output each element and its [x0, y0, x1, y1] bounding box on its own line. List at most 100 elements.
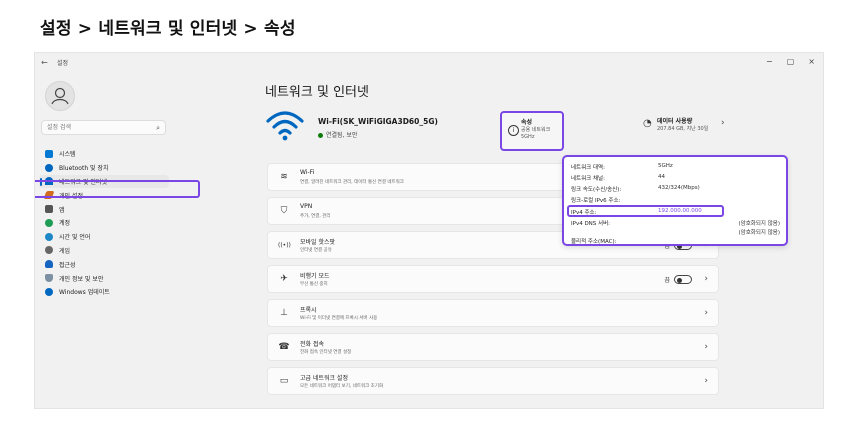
properties-network-type: 공용 네트워크 — [521, 127, 551, 133]
globe-icon — [45, 232, 53, 241]
row-title: 고급 네트워크 설정 — [300, 375, 348, 382]
sidebar-item-label: 접근성 — [59, 261, 76, 269]
properties-band: 5GHz — [521, 134, 535, 140]
maximize-button[interactable]: ▢ — [787, 57, 795, 66]
mac-label: 물리적 주소(MAC): — [571, 239, 617, 245]
wifi-large-icon — [266, 111, 304, 141]
sidebar-item-apps[interactable]: 앱 — [39, 202, 169, 216]
hotspot-icon: ((•)) — [278, 242, 291, 249]
search-input[interactable]: 설정 검색 ⌕ — [41, 120, 166, 135]
account-icon — [45, 218, 53, 227]
sidebar-item-label: Bluetooth 및 장치 — [59, 165, 109, 173]
page-title: 네트워크 및 인터넷 — [265, 85, 369, 100]
airplane-toggle[interactable] — [674, 275, 692, 284]
proxy-icon: ⊥ — [280, 308, 288, 318]
chevron-right-icon: › — [721, 118, 725, 128]
sidebar-item-accounts[interactable]: 계정 — [39, 216, 169, 230]
sidebar-item-label: 시스템 — [59, 151, 76, 159]
ipv4-label: IPv4 주소: — [571, 210, 597, 216]
band-label: 네트워크 대역: — [571, 165, 605, 171]
close-button[interactable]: × — [808, 57, 815, 66]
chevron-right-icon: › — [704, 342, 708, 352]
sidebar-item-label: 앱 — [59, 206, 65, 214]
row-dial-up[interactable]: ☎ 전화 접속 전화 접속 인터넷 연결 설정 › — [267, 333, 719, 361]
band-value: 5GHz — [658, 163, 673, 169]
airplane-icon: ✈ — [280, 274, 288, 284]
link-speed-value: 432/324(Mbps) — [658, 185, 700, 191]
channel-value: 44 — [658, 174, 665, 180]
row-subtitle: 인터넷 연결 공유 — [300, 248, 332, 253]
sidebar-item-privacy[interactable]: 개인 정보 및 보안 — [39, 271, 169, 285]
info-icon: i — [508, 125, 519, 136]
properties-button[interactable]: i 속성 공용 네트워크 5GHz — [500, 111, 564, 151]
page-heading: 설정 > 네트워크 및 인터넷 > 속성 — [40, 19, 296, 39]
dns-label: IPv4 DNS 서버: — [571, 221, 611, 227]
row-proxy[interactable]: ⊥ 프록시 Wi-Fi 및 이더넷 연결에 프록시 서버 사용 › — [267, 299, 719, 327]
connection-status: 연결됨, 보안 — [318, 130, 357, 139]
accessibility-icon — [45, 260, 53, 269]
dns-value-2: (암호화되지 않음) — [738, 230, 780, 236]
data-usage-detail: 207.84 GB, 지난 30일 — [657, 126, 709, 132]
connection-status-text: 연결됨, 보안 — [326, 132, 358, 139]
network-ssid: Wi-Fi(SK_WiFiGIGA3D60_5G) — [318, 117, 438, 126]
dialup-icon: ☎ — [278, 342, 290, 352]
vpn-shield-icon: ⛉ — [280, 206, 288, 216]
system-icon — [45, 149, 53, 158]
sidebar-item-accessibility[interactable]: 접근성 — [39, 257, 169, 271]
data-usage-icon: ◔ — [643, 118, 652, 129]
ipv4-value: 192.000.00.000 — [658, 208, 702, 214]
ipv6-label: 링크-로컬 IPv6 주소: — [571, 198, 621, 204]
sidebar-item-label: 계정 — [59, 220, 71, 228]
title-bar: ← 설정 − ▢ × — [35, 53, 823, 75]
properties-title: 속성 — [521, 119, 533, 126]
sidebar-item-gaming[interactable]: 게임 — [39, 244, 169, 258]
row-title: Wi-Fi — [300, 169, 315, 176]
row-title: 모바일 핫스팟 — [300, 239, 336, 246]
sidebar-item-label: 개인 정보 및 보안 — [59, 275, 104, 283]
highlight-network-item — [35, 180, 200, 198]
data-usage-title: 데이터 사용량 — [657, 118, 693, 125]
sidebar-item-label: 게임 — [59, 247, 71, 255]
row-subtitle: Wi-Fi 및 이더넷 연결에 프록시 서버 사용 — [300, 316, 378, 321]
settings-window: ← 설정 − ▢ × 설정 검색 ⌕ 시스템 Bluetooth 및 장치 네트… — [34, 52, 824, 409]
chevron-right-icon: › — [704, 274, 708, 284]
sidebar-item-system[interactable]: 시스템 — [39, 147, 169, 161]
sidebar-nav: 시스템 Bluetooth 및 장치 네트워크 및 인터넷 개인 설정 앱 계정… — [39, 147, 169, 299]
apps-icon — [45, 205, 53, 214]
gamepad-icon — [45, 246, 53, 255]
search-placeholder: 설정 검색 — [47, 124, 71, 131]
link-speed-label: 링크 속도(수신/송신): — [571, 187, 622, 193]
row-subtitle: 연결, 알려진 네트워크 관리, 데이터 통신 연결 네트워크 — [300, 180, 404, 185]
bluetooth-icon — [45, 163, 53, 172]
row-subtitle: 추가, 연결, 관리 — [300, 214, 331, 219]
sidebar-item-bluetooth[interactable]: Bluetooth 및 장치 — [39, 161, 169, 175]
row-subtitle: 무선 통신 중지 — [300, 282, 328, 287]
channel-label: 네트워크 채널: — [571, 176, 605, 182]
connected-dot-icon — [318, 133, 323, 138]
row-title: 비행기 모드 — [300, 273, 330, 280]
row-title: VPN — [300, 203, 313, 210]
row-title: 전화 접속 — [300, 341, 324, 348]
wifi-icon: ≋ — [280, 172, 288, 182]
network-properties-popup: 네트워크 대역: 5GHz 네트워크 채널: 44 링크 속도(수신/송신): … — [562, 155, 788, 246]
sidebar-item-time-language[interactable]: 시간 및 언어 — [39, 230, 169, 244]
back-button[interactable]: ← — [41, 58, 48, 67]
window-title: 설정 — [57, 60, 69, 67]
sidebar-item-windows-update[interactable]: Windows 업데이트 — [39, 285, 169, 299]
row-airplane-mode[interactable]: ✈ 비행기 모드 무선 통신 중지 끔 › — [267, 265, 719, 293]
search-icon[interactable]: ⌕ — [156, 121, 160, 135]
avatar[interactable] — [45, 81, 75, 111]
update-icon — [45, 287, 53, 296]
chevron-right-icon: › — [704, 376, 708, 386]
row-title: 프록시 — [300, 307, 317, 314]
row-advanced-network[interactable]: ▭ 고급 네트워크 설정 모든 네트워크 어댑터 보기, 네트워크 초기화 › — [267, 367, 719, 395]
monitor-icon: ▭ — [279, 376, 289, 386]
dns-value-1: (암호화되지 않음) — [738, 221, 780, 227]
minimize-button[interactable]: − — [766, 57, 773, 66]
user-icon — [51, 87, 69, 105]
shield-icon — [45, 274, 53, 283]
airplane-toggle-group: 끔 — [664, 275, 692, 284]
row-subtitle: 전화 접속 인터넷 연결 설정 — [300, 350, 352, 355]
row-subtitle: 모든 네트워크 어댑터 보기, 네트워크 초기화 — [300, 384, 384, 389]
window-controls: − ▢ × — [766, 57, 815, 66]
